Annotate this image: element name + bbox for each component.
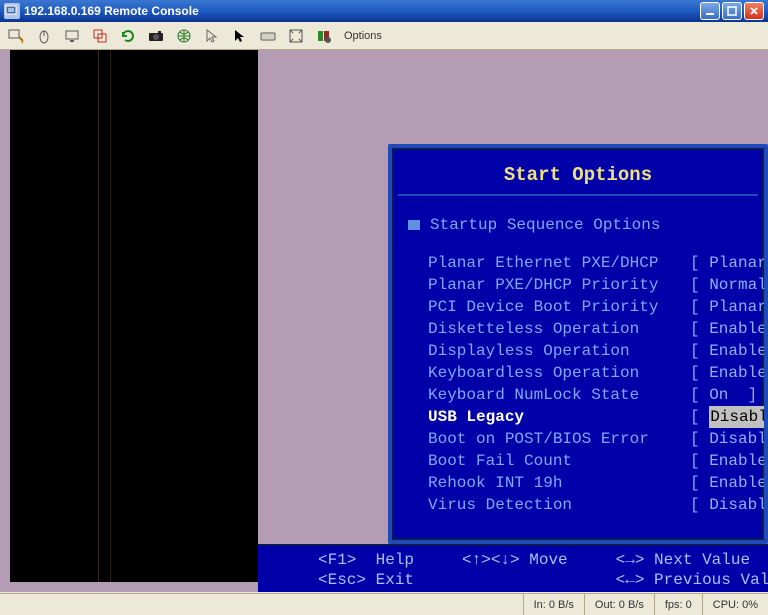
- bios-item[interactable]: Planar PXE/DHCP Priority[ Normal ]: [408, 274, 764, 296]
- remote-display[interactable]: Start Options Startup Sequence Options P…: [0, 50, 768, 592]
- toolbar: Options: [0, 22, 768, 50]
- bios-item-value: Disabled: [709, 406, 768, 428]
- bracket-icon: [: [690, 362, 709, 384]
- refresh-icon[interactable]: [118, 26, 138, 46]
- bullet-icon: [408, 220, 420, 230]
- bracket-icon: [: [690, 274, 709, 296]
- fullscreen-icon[interactable]: [286, 26, 306, 46]
- bios-item-label: USB Legacy: [428, 406, 690, 428]
- bios-item[interactable]: Displayless Operation[ Enabled: [408, 340, 764, 362]
- cursor-solid-icon[interactable]: [230, 26, 250, 46]
- bios-item-value: Normal ]: [709, 274, 768, 296]
- bios-item-label: Disketteless Operation: [428, 318, 690, 340]
- bios-item-label: Keyboardless Operation: [428, 362, 690, 384]
- bios-item[interactable]: USB Legacy[ Disabled: [408, 406, 764, 428]
- options-label[interactable]: Options: [344, 30, 382, 42]
- bracket-icon: [: [690, 494, 709, 516]
- bracket-icon: [: [690, 252, 709, 274]
- bios-item-value: On ]: [709, 384, 757, 406]
- status-fps: fps: 0: [654, 594, 702, 615]
- bios-footer: <F1> Help <↑><↓> Move <→> Next Value <Es…: [258, 544, 768, 592]
- bios-item-value: Disabled: [709, 428, 768, 450]
- close-button[interactable]: [744, 2, 764, 20]
- bios-item-label: Planar Ethernet PXE/DHCP: [428, 252, 690, 274]
- bios-item[interactable]: Boot on POST/BIOS Error[ Disabled: [408, 428, 764, 450]
- bios-item[interactable]: Boot Fail Count[ Enabled: [408, 450, 764, 472]
- bios-title: Start Options: [398, 154, 758, 196]
- bios-item-value: Enabled: [709, 472, 768, 494]
- bios-item-value: Enabled: [709, 450, 768, 472]
- bios-item[interactable]: Planar Ethernet PXE/DHCP[ Planar E: [408, 252, 764, 274]
- bios-item[interactable]: PCI Device Boot Priority[ Planar S: [408, 296, 764, 318]
- bios-item-value: Enabled: [709, 340, 768, 362]
- bios-item[interactable]: Keyboard NumLock State[ On ]: [408, 384, 764, 406]
- keyboard-icon[interactable]: [258, 26, 278, 46]
- bios-item-label: Boot on POST/BIOS Error: [428, 428, 690, 450]
- bios-item-label: Displayless Operation: [428, 340, 690, 362]
- bios-section-header: Startup Sequence Options: [408, 214, 764, 236]
- options-icon[interactable]: [314, 26, 334, 46]
- app-icon: [4, 3, 20, 19]
- bios-item-label: Virus Detection: [428, 494, 690, 516]
- monitor-icon[interactable]: [62, 26, 82, 46]
- bracket-icon: [: [690, 318, 709, 340]
- monitor-arrow-icon[interactable]: [6, 26, 26, 46]
- bios-item-value: Planar E: [709, 252, 768, 274]
- status-cpu: CPU: 0%: [702, 594, 768, 615]
- statusbar: In: 0 B/s Out: 0 B/s fps: 0 CPU: 0%: [0, 593, 768, 615]
- bracket-icon: [: [690, 296, 709, 318]
- bracket-icon: [: [690, 384, 709, 406]
- bios-item[interactable]: Virus Detection[ Disabled: [408, 494, 764, 516]
- windows-overlap-icon[interactable]: [90, 26, 110, 46]
- bios-window: Start Options Startup Sequence Options P…: [388, 144, 768, 544]
- status-in: In: 0 B/s: [523, 594, 584, 615]
- window-title: 192.168.0.169 Remote Console: [24, 4, 700, 18]
- bios-item-label: Keyboard NumLock State: [428, 384, 690, 406]
- bios-item-value: Enabled: [709, 362, 768, 384]
- camera-icon[interactable]: [146, 26, 166, 46]
- maximize-button[interactable]: [722, 2, 742, 20]
- bracket-icon: [: [690, 450, 709, 472]
- bios-footer-line1: <F1> Help <↑><↓> Move <→> Next Value: [318, 551, 750, 569]
- window-titlebar: 192.168.0.169 Remote Console: [0, 0, 768, 22]
- bios-item-label: PCI Device Boot Priority: [428, 296, 690, 318]
- mouse-icon[interactable]: [34, 26, 54, 46]
- bios-section-label: Startup Sequence Options: [430, 214, 660, 236]
- bracket-icon: [: [690, 472, 709, 494]
- bios-item[interactable]: Rehook INT 19h[ Enabled: [408, 472, 764, 494]
- status-out: Out: 0 B/s: [584, 594, 654, 615]
- black-panel: [10, 50, 258, 582]
- bracket-icon: [: [690, 406, 709, 428]
- bracket-icon: [: [690, 340, 709, 362]
- bios-item-label: Planar PXE/DHCP Priority: [428, 274, 690, 296]
- bios-item-label: Rehook INT 19h: [428, 472, 690, 494]
- bios-item[interactable]: Disketteless Operation[ Enabled: [408, 318, 764, 340]
- bracket-icon: [: [690, 428, 709, 450]
- globe-icon[interactable]: [174, 26, 194, 46]
- bios-item-value: Planar S: [709, 296, 768, 318]
- cursor-outline-icon[interactable]: [202, 26, 222, 46]
- bios-item-value: Enabled: [709, 318, 768, 340]
- bios-footer-line2: <Esc> Exit <←> Previous Value: [318, 571, 768, 589]
- bios-item-label: Boot Fail Count: [428, 450, 690, 472]
- minimize-button[interactable]: [700, 2, 720, 20]
- bios-item-value: Disabled: [709, 494, 768, 516]
- bios-item[interactable]: Keyboardless Operation[ Enabled: [408, 362, 764, 384]
